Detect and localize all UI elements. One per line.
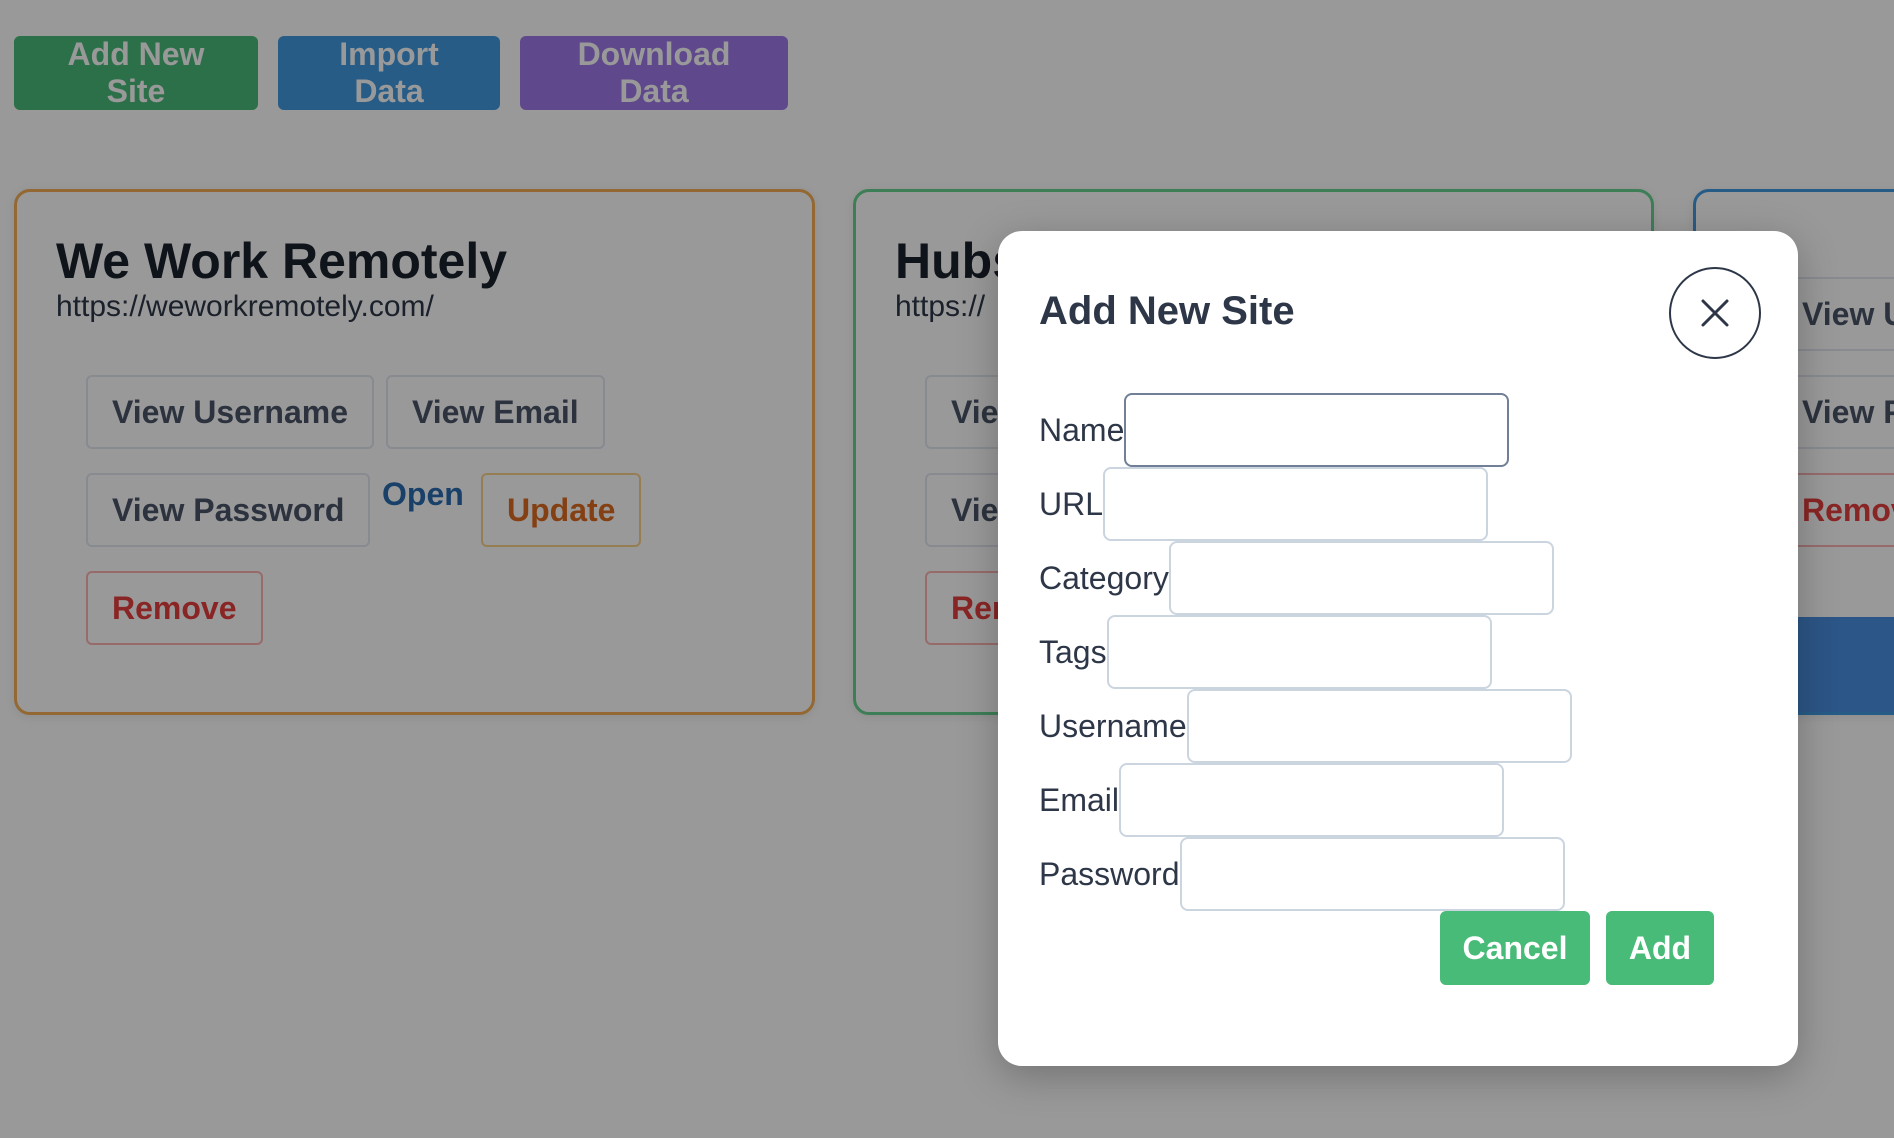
close-button[interactable]: [1669, 267, 1761, 359]
password-label: Password: [1039, 855, 1180, 892]
username-input[interactable]: [1186, 689, 1572, 763]
username-row: Username: [1039, 689, 1572, 763]
name-input[interactable]: [1124, 393, 1510, 467]
category-label: Category: [1039, 559, 1169, 596]
url-input[interactable]: [1103, 467, 1489, 541]
add-site-modal: Add New Site Name URL Category Tags User…: [998, 231, 1798, 1066]
url-label: URL: [1039, 485, 1104, 522]
app-root: Add New Site Import Data Download Data W…: [0, 0, 1894, 1138]
username-label: Username: [1039, 707, 1187, 744]
password-input[interactable]: [1179, 837, 1565, 911]
close-icon: [1701, 299, 1729, 327]
cancel-button[interactable]: Cancel: [1440, 911, 1590, 985]
add-button[interactable]: Add: [1606, 911, 1714, 985]
name-row: Name: [1039, 393, 1510, 467]
email-input[interactable]: [1119, 763, 1505, 837]
url-row: URL: [1039, 467, 1489, 541]
password-row: Password: [1039, 837, 1565, 911]
tags-label: Tags: [1039, 633, 1107, 670]
modal-title: Add New Site: [1039, 289, 1295, 333]
category-row: Category: [1039, 541, 1554, 615]
category-input[interactable]: [1168, 541, 1554, 615]
tags-input[interactable]: [1106, 615, 1492, 689]
name-label: Name: [1039, 411, 1125, 448]
tags-row: Tags: [1039, 615, 1492, 689]
email-label: Email: [1039, 781, 1120, 818]
email-row: Email: [1039, 763, 1505, 837]
